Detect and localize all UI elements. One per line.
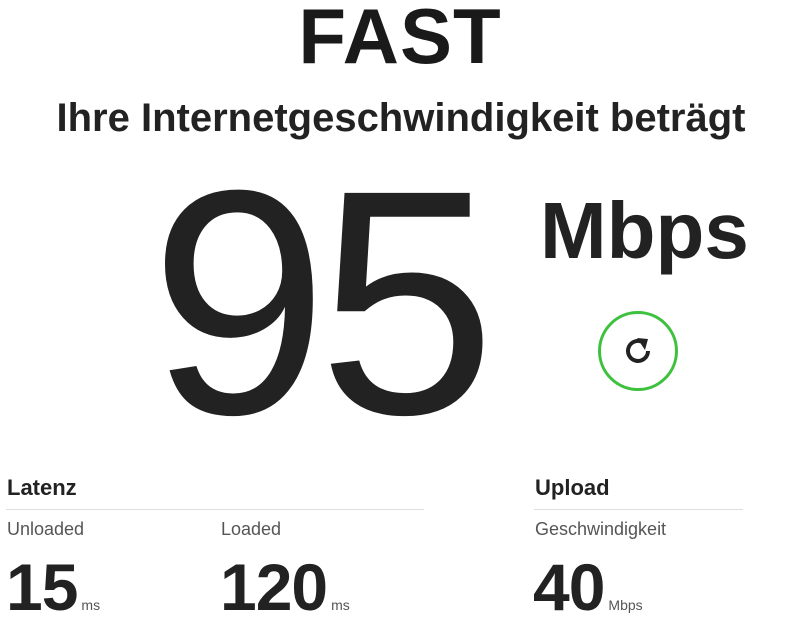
loaded-latency: 120 ms [220,552,350,622]
latency-section-title: Latenz [7,475,77,500]
refresh-icon [626,338,650,363]
refresh-button[interactable] [598,311,678,391]
unloaded-latency-unit: ms [81,597,101,613]
upload-speed-value: 40 [533,550,605,624]
upload-section-title: Upload [535,475,610,500]
unloaded-latency: 15 ms [6,552,100,622]
upload-divider [534,509,743,510]
latency-divider [6,509,424,510]
loaded-latency-unit: ms [331,597,350,613]
loaded-latency-label: Loaded [221,519,282,539]
download-speed-unit: Mbps [540,186,749,275]
upload-speed-unit: Mbps [608,597,643,613]
upload-speed-label: Geschwindigkeit [535,519,667,539]
speedtest-page: FAST Ihre Internetgeschwindigkeit beträg… [0,0,807,628]
download-speed-value: 95 [150,123,496,481]
fast-logo: FAST [298,0,502,80]
unloaded-latency-value: 15 [6,550,78,624]
loaded-latency-value: 120 [220,550,328,624]
upload-speed: 40 Mbps [533,552,643,622]
unloaded-latency-label: Unloaded [7,519,85,539]
